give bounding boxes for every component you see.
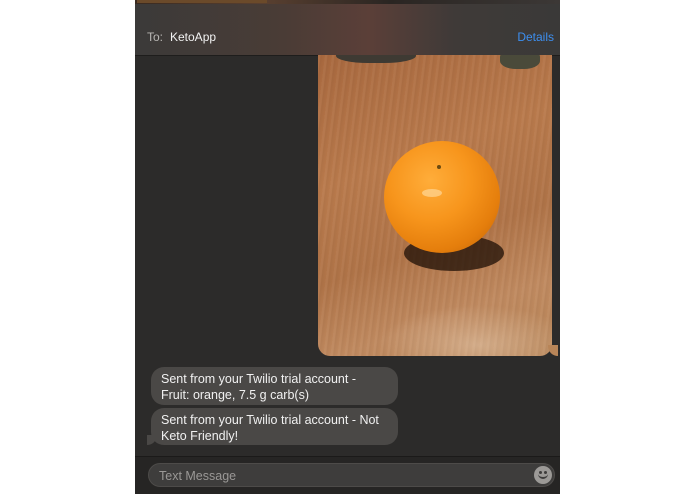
orange-fruit [384, 141, 500, 253]
photo-object-right [500, 55, 540, 69]
previous-photo-thumbnail[interactable] [137, 0, 267, 3]
composer-bar: Text Message [135, 456, 560, 494]
orange-highlight [422, 189, 442, 197]
message-line: Sent from your Twilio trial account - No… [161, 413, 379, 427]
conversation-header: To: KetoApp Details [135, 4, 560, 56]
sent-photo-attachment[interactable] [318, 55, 552, 356]
details-button[interactable]: Details [517, 30, 554, 44]
photo-object-left [336, 55, 416, 63]
messages-window: To: KetoApp Details Sent from your Twili… [135, 0, 560, 494]
incoming-bubble-tail [147, 435, 157, 445]
message-line: Fruit: orange, 7.5 g carb(s) [161, 388, 309, 402]
recipient-name[interactable]: KetoApp [170, 30, 216, 44]
incoming-message-bubble[interactable]: Sent from your Twilio trial account - No… [151, 408, 398, 445]
message-input[interactable]: Text Message [148, 463, 555, 487]
message-line: Sent from your Twilio trial account - [161, 372, 356, 386]
to-label: To: [147, 30, 164, 44]
orange-stem [437, 165, 441, 169]
emoji-icon[interactable] [534, 466, 552, 484]
message-line: Keto Friendly! [161, 429, 239, 443]
incoming-message-bubble[interactable]: Sent from your Twilio trial account - Fr… [151, 367, 398, 405]
table-reflection [378, 305, 552, 356]
message-input-placeholder: Text Message [159, 469, 237, 483]
